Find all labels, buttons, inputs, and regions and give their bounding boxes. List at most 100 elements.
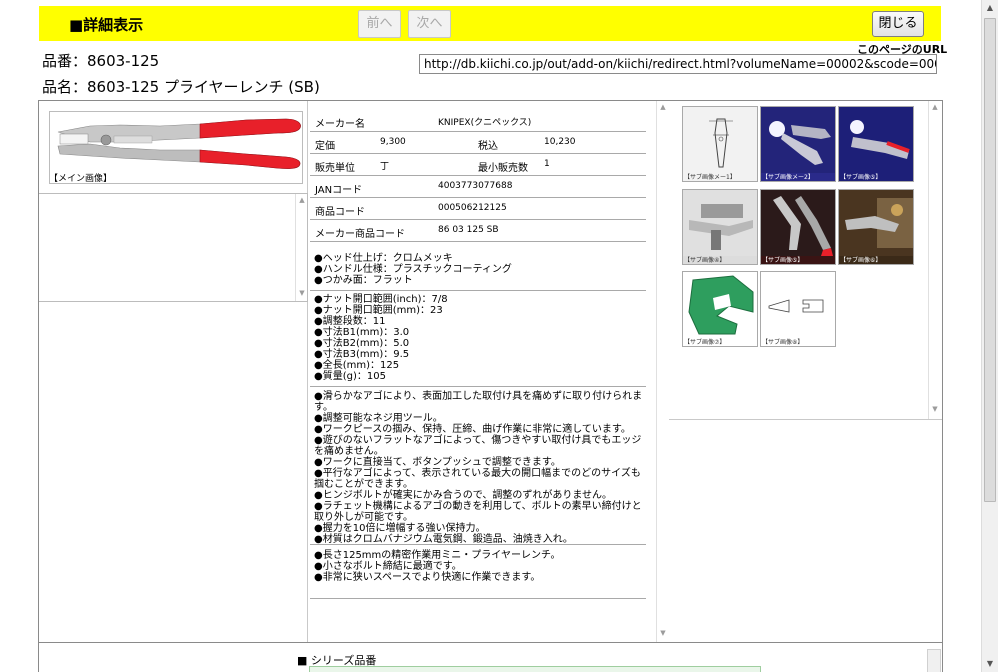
- spec-label: 定価: [315, 141, 335, 152]
- feature-line: ●ラチェット機構によるアゴの動きを利用して、ボルトの素早い締付けと取り外しが可能…: [314, 501, 642, 523]
- spec-label: 販売単位: [315, 163, 355, 174]
- feature-line: ●小さなボルト締結に最適です。: [314, 561, 462, 572]
- product-photo-image: [761, 107, 835, 173]
- thumb-caption: 【サブ画像④】: [684, 257, 726, 264]
- thumb-caption: 【サブ画像⑧】: [762, 339, 804, 346]
- left-info-panel: ▲ ▼: [39, 193, 308, 302]
- spec-value: 丁: [380, 162, 390, 172]
- feature-line: ●長さ125mmの精密作業用ミニ・プライヤーレンチ。: [314, 550, 561, 561]
- scrollbar-thumb[interactable]: [984, 18, 996, 502]
- thumb-caption: 【サブ画像⑦】: [684, 339, 726, 346]
- feature-line: ●ヘッド仕上げ：クロムメッキ: [314, 253, 453, 264]
- sub-image-thumb-3[interactable]: 【サブ画像⑤】: [838, 106, 914, 182]
- spec-row-unit: 販売単位 丁 最小販売数 1: [310, 154, 646, 176]
- scroll-up-arrow-icon[interactable]: ▲: [297, 196, 307, 204]
- feature-block-finish: ●ヘッド仕上げ：クロムメッキ ●ハンドル仕様：プラスチックコーティング ●つかみ…: [314, 253, 644, 286]
- feature-line: ●質量(g)：105: [314, 371, 386, 382]
- sub-image-thumb-2[interactable]: 【サブ画像メー2】: [760, 106, 836, 182]
- scroll-down-arrow-icon[interactable]: ▼: [658, 629, 668, 637]
- divider: [310, 598, 646, 599]
- divider: [310, 544, 646, 545]
- product-number: 品番：8603-125: [42, 52, 160, 70]
- feature-line: ●調整段数：11: [314, 316, 386, 327]
- spec-label: 最小販売数: [478, 163, 528, 174]
- spec-value: 9,300: [380, 137, 406, 147]
- jaw-3d-diagram-image: [688, 275, 754, 335]
- sub-image-thumb-8[interactable]: 【サブ画像⑧】: [760, 271, 836, 347]
- feature-line: ●調整可能なネジ用ツール。: [314, 413, 443, 424]
- panel-divider: [307, 101, 308, 642]
- dimension-diagram-image: [709, 118, 733, 168]
- scroll-up-arrow-icon[interactable]: ▲: [982, 0, 998, 16]
- right-panel-scrollbar[interactable]: ▲ ▼: [928, 101, 940, 419]
- detail-frame: 【メイン画像】 ▲ ▼ ▲ ▼ メーカー名 KNIPEX(クニペックス) 定価 …: [38, 100, 943, 643]
- page-title: ■詳細表示: [69, 16, 144, 34]
- feature-line: ●ナット開口範囲(inch)：7/8: [314, 294, 448, 305]
- spec-row-product-code: 商品コード 000506212125: [310, 198, 646, 220]
- main-image-caption: 【メイン画像】: [49, 174, 113, 184]
- pliers-wrench-image: [57, 118, 301, 169]
- feature-line: ●滑らかなアゴにより、表面加工した取付け具を痛めずに取り付けられます。: [314, 391, 643, 413]
- thumb-caption: 【サブ画像メー1】: [684, 174, 736, 181]
- prev-button[interactable]: 前へ: [358, 10, 401, 38]
- spec-value: 10,230: [544, 137, 576, 147]
- scroll-down-arrow-icon[interactable]: ▼: [930, 405, 940, 413]
- divider: [310, 386, 646, 387]
- jaw-profile-diagram-image: [768, 299, 824, 313]
- sub-image-thumb-4[interactable]: 【サブ画像④】: [682, 189, 758, 265]
- thumb-caption: 【サブ画像⑤】: [762, 257, 804, 264]
- product-photo-image: [839, 190, 913, 256]
- feature-line: ●寸法B1(mm)：3.0: [314, 327, 410, 338]
- page-url-field[interactable]: http://db.kiichi.co.jp/out/add-on/kiichi…: [419, 54, 937, 74]
- spec-value: KNIPEX(クニペックス): [438, 118, 532, 128]
- scroll-up-arrow-icon[interactable]: ▲: [930, 103, 940, 111]
- feature-line: ●寸法B3(mm)：9.5: [314, 349, 410, 360]
- feature-line: ●平行なアゴによって、表示されている最大の開口幅までのどのサイズも掴むことができ…: [314, 468, 641, 490]
- series-table: [309, 666, 761, 672]
- thumb-caption: 【サブ画像⑥】: [840, 257, 882, 264]
- feature-line: ●寸法B2(mm)：5.0: [314, 338, 410, 349]
- divider: [310, 290, 646, 291]
- spec-label: メーカー商品コード: [315, 229, 405, 240]
- sub-image-thumb-7[interactable]: 【サブ画像⑦】: [682, 271, 758, 347]
- spec-table: メーカー名 KNIPEX(クニペックス) 定価 9,300 税込 10,230 …: [310, 110, 646, 242]
- divider: [669, 419, 942, 420]
- sub-image-thumb-6[interactable]: 【サブ画像⑥】: [838, 189, 914, 265]
- spec-row-maker-code: メーカー商品コード 86 03 125 SB: [310, 220, 646, 242]
- spec-value: 1: [544, 159, 550, 169]
- header-bar: ■詳細表示 前へ 次へ 閉じる: [39, 6, 941, 41]
- feature-line: ●つかみ面：フラット: [314, 275, 413, 286]
- feature-line: ●ワークピースの掴み、保持、圧締、曲げ作業に非常に適しています。: [314, 424, 631, 435]
- scroll-down-arrow-icon[interactable]: ▼: [297, 289, 307, 297]
- thumb-caption: 【サブ画像メー2】: [762, 174, 814, 181]
- middle-panel-scrollbar[interactable]: ▲ ▼: [656, 101, 668, 642]
- spec-label: 税込: [478, 141, 498, 152]
- series-scrollbar[interactable]: [927, 649, 941, 672]
- feature-line: ●全長(mm)：125: [314, 360, 400, 371]
- page-scrollbar[interactable]: ▲ ▼: [981, 0, 998, 672]
- scroll-down-arrow-icon[interactable]: ▼: [982, 656, 998, 672]
- next-button[interactable]: 次へ: [408, 10, 451, 38]
- feature-block-dimensions: ●ナット開口範囲(inch)：7/8 ●ナット開口範囲(mm)：23 ●調整段数…: [314, 294, 644, 382]
- scroll-up-arrow-icon[interactable]: ▲: [658, 103, 668, 111]
- feature-line: ●ナット開口範囲(mm)：23: [314, 305, 443, 316]
- left-panel-scrollbar[interactable]: ▲ ▼: [295, 194, 307, 301]
- sub-image-thumb-1[interactable]: 【サブ画像メー1】: [682, 106, 758, 182]
- close-button[interactable]: 閉じる: [872, 11, 924, 37]
- feature-line: ●遊びのないフラットなアゴによって、傷つきやすい取付け具でもエッジを痛めません。: [314, 435, 642, 457]
- feature-line: ●非常に狭いスペースでより快適に作業できます。: [314, 572, 541, 583]
- spec-row-jan: JANコード 4003773077688: [310, 176, 646, 198]
- spec-value: 86 03 125 SB: [438, 225, 499, 235]
- product-photo-image: [839, 107, 913, 173]
- spec-label: JANコード: [315, 185, 363, 196]
- feature-line: ●ヒンジボルトが確実にかみ合うので、調整のずれがありません。: [314, 490, 613, 501]
- series-section: ■ シリーズ品番: [38, 643, 943, 672]
- sub-image-thumb-5[interactable]: 【サブ画像⑤】: [760, 189, 836, 265]
- spec-value: 000506212125: [438, 203, 507, 213]
- product-photo-image: [683, 190, 757, 256]
- feature-line: ●握力を10倍に増幅する強い保持力。: [314, 523, 486, 534]
- feature-block-summary: ●長さ125mmの精密作業用ミニ・プライヤーレンチ。 ●小さなボルト締結に最適で…: [314, 550, 644, 583]
- feature-line: ●ワークに直接当て、ボタンプッシュで調整できます。: [314, 457, 561, 468]
- spec-row-maker: メーカー名 KNIPEX(クニペックス): [310, 110, 646, 132]
- thumb-caption: 【サブ画像⑤】: [840, 174, 882, 181]
